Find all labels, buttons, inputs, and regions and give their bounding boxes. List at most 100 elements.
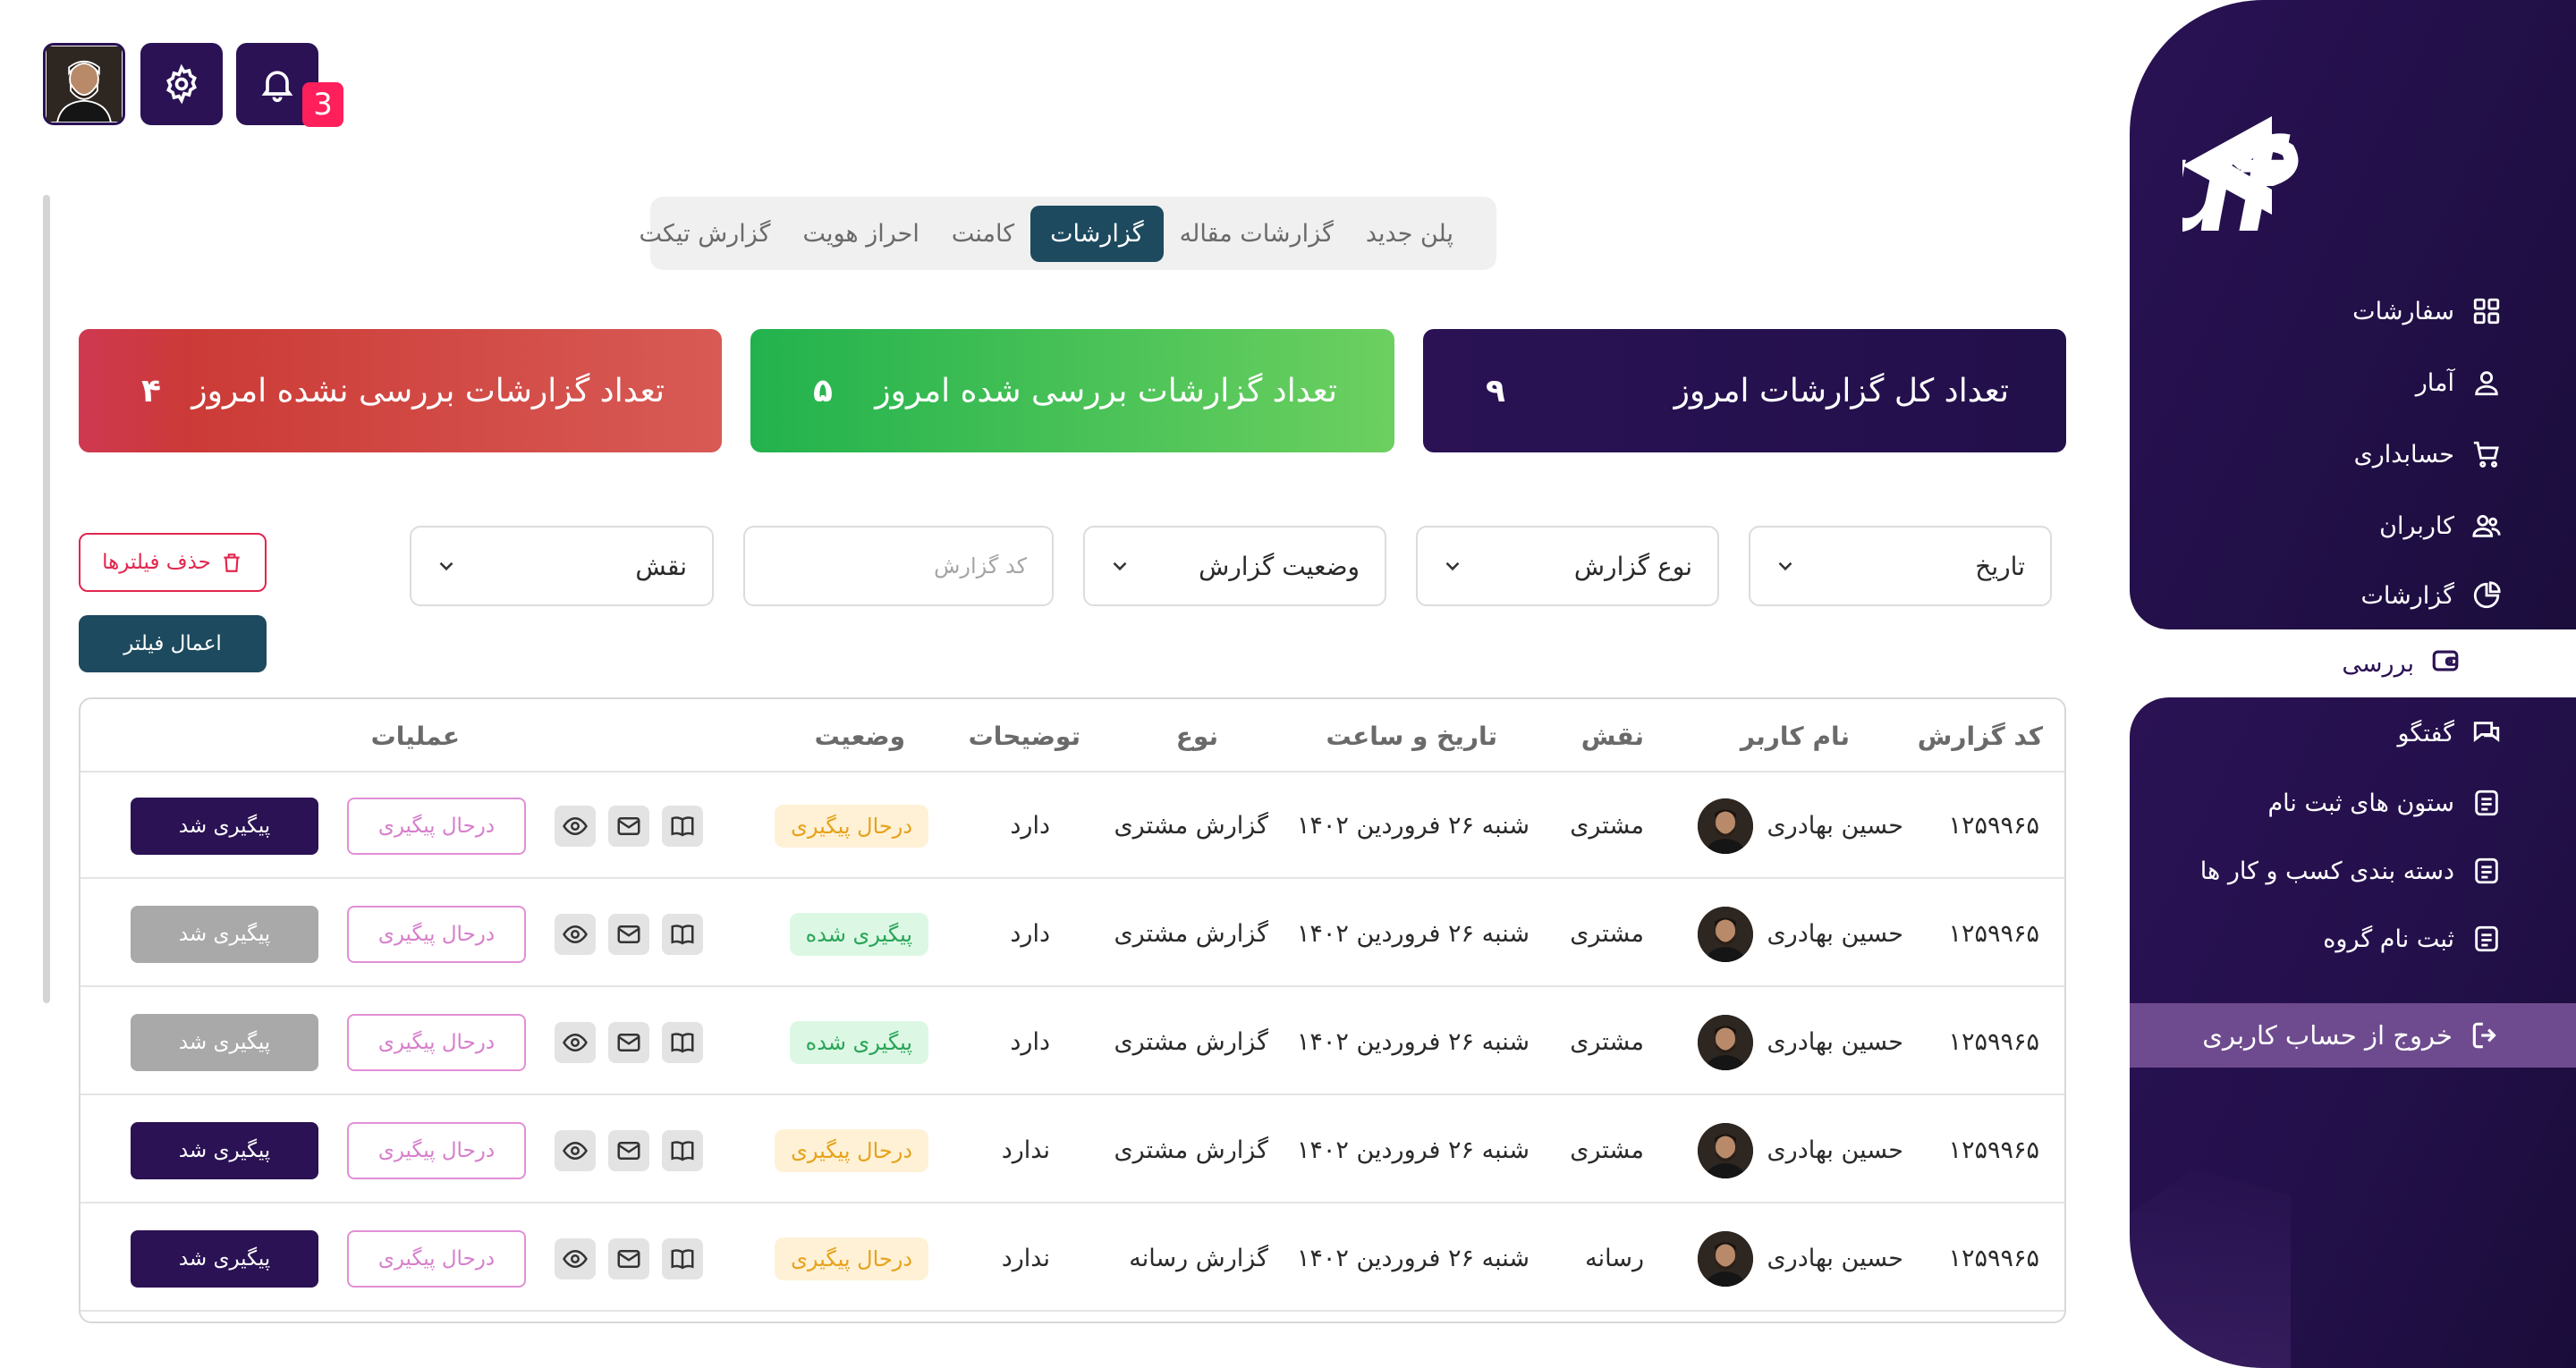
operations-cell: پیگیری شد درحال پیگیری bbox=[131, 1205, 703, 1312]
report-type: گزارش مشتری bbox=[1114, 1028, 1268, 1056]
view-icon[interactable] bbox=[555, 913, 596, 955]
sidebar-item-label: گزارشات bbox=[2360, 581, 2454, 610]
in-progress-button[interactable]: درحال پیگیری bbox=[347, 1013, 526, 1071]
report-type-select[interactable]: نوع گزارش bbox=[1416, 526, 1719, 606]
view-icon[interactable] bbox=[555, 1021, 596, 1063]
operations-cell: پیگیری شد درحال پیگیری bbox=[131, 881, 703, 987]
mail-icon[interactable] bbox=[608, 913, 649, 955]
notification-badge: 3 bbox=[302, 82, 343, 127]
tab-authentication[interactable]: احراز هویت bbox=[786, 207, 935, 260]
list-icon bbox=[2470, 855, 2503, 887]
mail-icon[interactable] bbox=[608, 1129, 649, 1171]
report-datetime: شنبه ۲۶ فروردین ۱۴۰۲ bbox=[1296, 920, 1530, 948]
mail-icon[interactable] bbox=[608, 805, 649, 847]
status-badge: پیگیری شده bbox=[789, 912, 928, 956]
table-row: ۱۲۵۹۹۶۵ حسین بهادری مشتری شنبه ۲۶ فروردین ۱… bbox=[80, 1097, 2064, 1203]
user-cell: حسین بهادری bbox=[1697, 773, 1903, 879]
in-progress-button[interactable]: درحال پیگیری bbox=[347, 1121, 526, 1179]
sidebar-item-chat[interactable]: گفتگو bbox=[2130, 706, 2576, 760]
book-icon[interactable] bbox=[662, 1237, 703, 1279]
book-icon[interactable] bbox=[662, 1129, 703, 1171]
sidebar-item-stats[interactable]: آمار bbox=[2130, 356, 2576, 410]
header-status: وضعیت bbox=[814, 721, 905, 751]
book-icon[interactable] bbox=[662, 1021, 703, 1063]
header-user: نام کاربر bbox=[1740, 721, 1850, 751]
sidebar-item-label: حسابداری bbox=[2353, 440, 2454, 469]
user-cell: حسین بهادری bbox=[1697, 989, 1903, 1095]
status-cell: درحال پیگیری bbox=[775, 773, 928, 879]
mail-icon[interactable] bbox=[608, 1237, 649, 1279]
report-datetime: شنبه ۲۶ فروردین ۱۴۰۲ bbox=[1296, 1028, 1530, 1056]
date-filter-select[interactable]: تاریخ bbox=[1749, 526, 2052, 606]
wallet-icon bbox=[2430, 646, 2461, 682]
stat-card-unreviewed: تعداد گزارشات بررسی نشده امروز ۴ bbox=[79, 329, 722, 452]
in-progress-button[interactable]: درحال پیگیری bbox=[347, 905, 526, 963]
brand-logo[interactable]: Pluf bbox=[2182, 107, 2540, 241]
role-filter-select[interactable]: نقش bbox=[410, 526, 714, 606]
report-tabs: پلن جدید گزارشات مقاله گزارشات کامنت احر… bbox=[640, 197, 1496, 270]
scrollbar[interactable] bbox=[43, 195, 50, 1003]
user-role: مشتری bbox=[1570, 1136, 1644, 1164]
report-description: ندارد bbox=[1001, 1245, 1050, 1272]
stat-card-total: تعداد کل گزارشات امروز ۹ bbox=[1423, 329, 2066, 452]
status-badge: درحال پیگیری bbox=[775, 804, 928, 848]
apply-filter-button[interactable]: اعمال فیلتر bbox=[79, 615, 267, 672]
profile-avatar[interactable] bbox=[43, 43, 125, 125]
trash-icon bbox=[224, 553, 240, 572]
user-avatar bbox=[1697, 1230, 1753, 1287]
chat-icon bbox=[2470, 717, 2503, 749]
in-progress-button[interactable]: درحال پیگیری bbox=[347, 797, 526, 855]
avatar-image bbox=[1697, 1014, 1753, 1070]
mail-icon[interactable] bbox=[608, 1021, 649, 1063]
sidebar-item-orders[interactable]: سفارشات bbox=[2130, 284, 2576, 338]
book-icon[interactable] bbox=[662, 913, 703, 955]
stat-card-value: ۹ bbox=[1486, 372, 1505, 410]
sidebar-decoration bbox=[2130, 1168, 2291, 1368]
logout-button[interactable]: خروج از حساب کاربری bbox=[2130, 1003, 2576, 1068]
book-icon[interactable] bbox=[662, 805, 703, 847]
mark-followed-button[interactable]: پیگیری شد bbox=[131, 1121, 318, 1179]
cart-icon bbox=[2470, 438, 2503, 470]
report-status-select[interactable]: وضعیت گزارش bbox=[1083, 526, 1386, 606]
sidebar-item-review[interactable]: بررسی bbox=[2130, 629, 2534, 697]
sidebar-item-registration-columns[interactable]: ستون های ثبت نام bbox=[2130, 776, 2576, 830]
sidebar-item-accounting[interactable]: حسابداری bbox=[2130, 427, 2576, 481]
view-icon[interactable] bbox=[555, 1237, 596, 1279]
mark-followed-button[interactable]: پیگیری شد bbox=[131, 905, 318, 963]
status-cell: پیگیری شده bbox=[789, 989, 928, 1095]
status-cell: درحال پیگیری bbox=[775, 1097, 928, 1203]
logout-label: خروج از حساب کاربری bbox=[2202, 1020, 2453, 1051]
tab-ticket-report[interactable]: گزارش تیکت bbox=[623, 207, 787, 260]
tab-new-plan[interactable]: پلن جدید bbox=[1350, 207, 1470, 260]
view-icon[interactable] bbox=[555, 805, 596, 847]
in-progress-button[interactable]: درحال پیگیری bbox=[347, 1229, 526, 1288]
row-actions bbox=[555, 913, 703, 955]
row-actions bbox=[555, 1021, 703, 1063]
tab-article-reports[interactable]: گزارشات مقاله bbox=[1164, 207, 1350, 260]
clear-filters-label: حذف فیلترها bbox=[102, 551, 211, 574]
sidebar-item-business-categories[interactable]: دسته بندی کسب و کار ها bbox=[2130, 844, 2576, 898]
sidebar-item-users[interactable]: کاربران bbox=[2130, 499, 2576, 553]
tab-reports[interactable]: گزارشات bbox=[1030, 205, 1164, 262]
role-filter-label: نقش bbox=[635, 551, 687, 581]
user-cell: حسین بهادری bbox=[1697, 881, 1903, 987]
mark-followed-button[interactable]: پیگیری شد bbox=[131, 1229, 318, 1288]
report-code-input[interactable] bbox=[768, 553, 1027, 578]
mark-followed-button[interactable]: پیگیری شد bbox=[131, 797, 318, 855]
clear-filters-button[interactable]: حذف فیلترها bbox=[79, 533, 267, 592]
user-name: حسین بهادری bbox=[1767, 812, 1903, 840]
report-type: گزارش مشتری bbox=[1114, 1136, 1268, 1164]
view-icon[interactable] bbox=[555, 1129, 596, 1171]
sidebar-item-reports[interactable]: گزارشات bbox=[2130, 569, 2576, 622]
header-desc: توضیحات bbox=[968, 721, 1080, 751]
sidebar-item-group-registration[interactable]: ثبت نام گروه bbox=[2130, 912, 2576, 966]
chevron-down-icon bbox=[1113, 562, 1127, 571]
gear-icon bbox=[166, 64, 197, 104]
chevron-down-icon bbox=[439, 562, 453, 571]
status-badge: درحال پیگیری bbox=[775, 1128, 928, 1172]
settings-button[interactable] bbox=[140, 43, 223, 125]
tab-comment[interactable]: کامنت bbox=[936, 207, 1030, 260]
mark-followed-button[interactable]: پیگیری شد bbox=[131, 1013, 318, 1071]
user-role: رسانه bbox=[1585, 1245, 1644, 1272]
report-code-field[interactable] bbox=[743, 526, 1054, 606]
